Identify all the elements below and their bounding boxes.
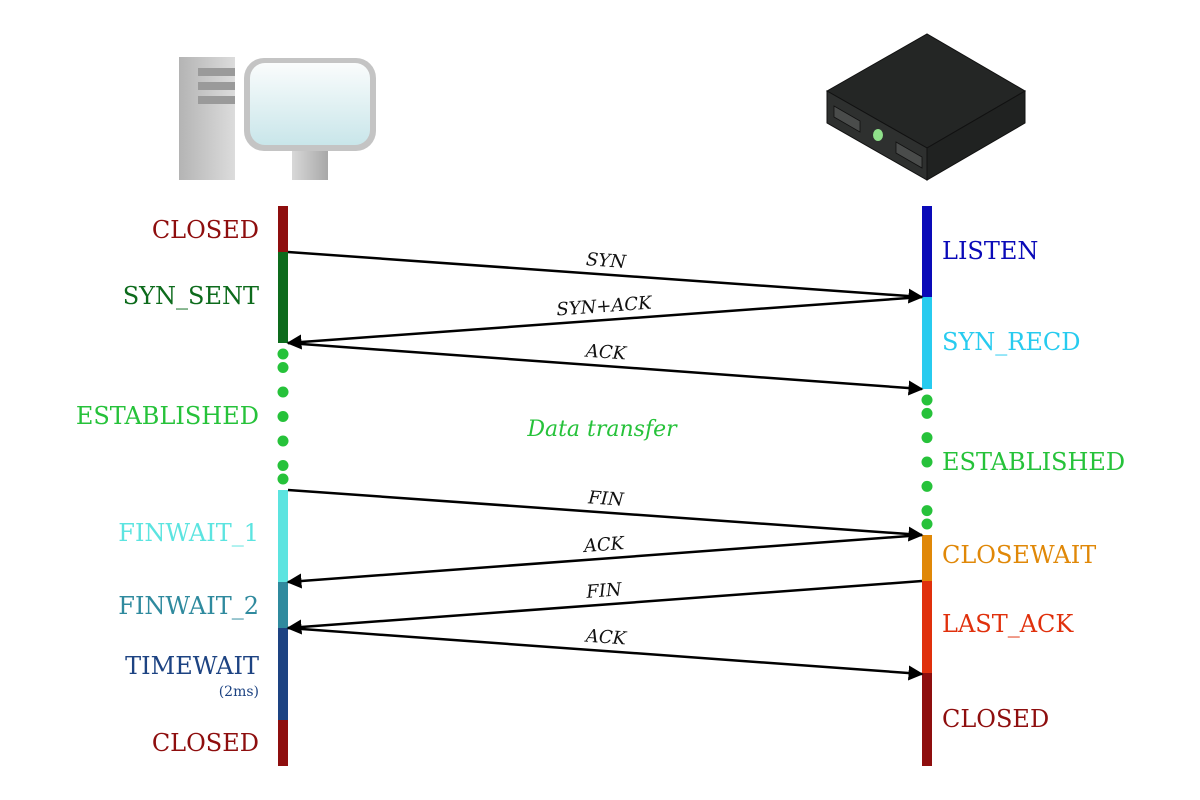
client-state-segment (278, 582, 288, 628)
client-state-segment (278, 252, 288, 343)
server-state-label: ESTABLISHED (942, 448, 1125, 476)
desktop-computer-icon (179, 57, 376, 180)
client-timeline-dot (277, 435, 289, 447)
server-box-icon (825, 33, 1026, 181)
client-state-segment (278, 206, 288, 252)
server-state-label: SYN_RECD (942, 328, 1080, 356)
server-state-segment (922, 581, 932, 673)
client-timeline-dot (277, 473, 289, 485)
server-timeline-dot (921, 394, 933, 406)
message-label: SYN+ACK (556, 293, 654, 321)
client-state-segment (278, 720, 288, 766)
server-timeline-dot (921, 432, 933, 444)
client-timeline-dot (277, 362, 289, 373)
client-state-label: SYN_SENT (123, 282, 259, 310)
client-state-label: ESTABLISHED (76, 402, 259, 430)
message-label: ACK (583, 340, 628, 364)
client-timeline-dot (277, 386, 289, 398)
messages: SYN SYN+ACK ACK FIN ACK FIN ACK (286, 249, 924, 681)
monitor-stand (292, 148, 328, 180)
client-state-segment (278, 628, 288, 720)
server-state-label: LISTEN (942, 237, 1038, 265)
client-state-label: TIMEWAIT (125, 652, 259, 680)
client-state-label: FINWAIT_1 (118, 519, 259, 547)
message-label: FIN (585, 579, 624, 603)
server-power-led (873, 129, 883, 141)
monitor-screen (250, 63, 370, 145)
message-label: ACK (583, 625, 628, 649)
server-state-segment (922, 206, 932, 297)
server-timeline-dot (921, 505, 933, 517)
tower-slot (198, 82, 235, 90)
message-label: FIN (587, 487, 626, 511)
data-transfer-label: Data transfer (526, 417, 678, 442)
client-state-note: (2ms) (219, 684, 259, 700)
client-state-label: FINWAIT_2 (118, 592, 259, 620)
server-timeline-dot (921, 480, 933, 492)
server-state-segment (922, 673, 932, 766)
client-timeline-dot (277, 411, 289, 422)
server-state-label: LAST_ACK (942, 610, 1074, 638)
server-timeline-dot (921, 456, 933, 468)
client-state-label: CLOSED (152, 216, 259, 244)
tower-slot (198, 68, 235, 76)
server-state-label: CLOSED (942, 705, 1049, 733)
server-state-segment (922, 297, 932, 389)
client-state-segment (278, 490, 288, 582)
message-label: SYN (585, 249, 628, 273)
server-state-label: CLOSEWAIT (942, 541, 1096, 569)
client-timeline-dot (277, 460, 289, 471)
message-label: ACK (581, 533, 626, 557)
tower-slot (198, 96, 235, 104)
client-state-label: CLOSED (152, 729, 259, 757)
server-timeline-dot (921, 407, 933, 419)
client-timeline-dot (277, 348, 289, 360)
server-timeline-dot (921, 518, 933, 530)
server-state-segment (922, 535, 932, 581)
tcp-sequence-diagram: SYN SYN+ACK ACK FIN ACK FIN ACK CLOSED SYN_SENT… (76, 33, 1125, 766)
